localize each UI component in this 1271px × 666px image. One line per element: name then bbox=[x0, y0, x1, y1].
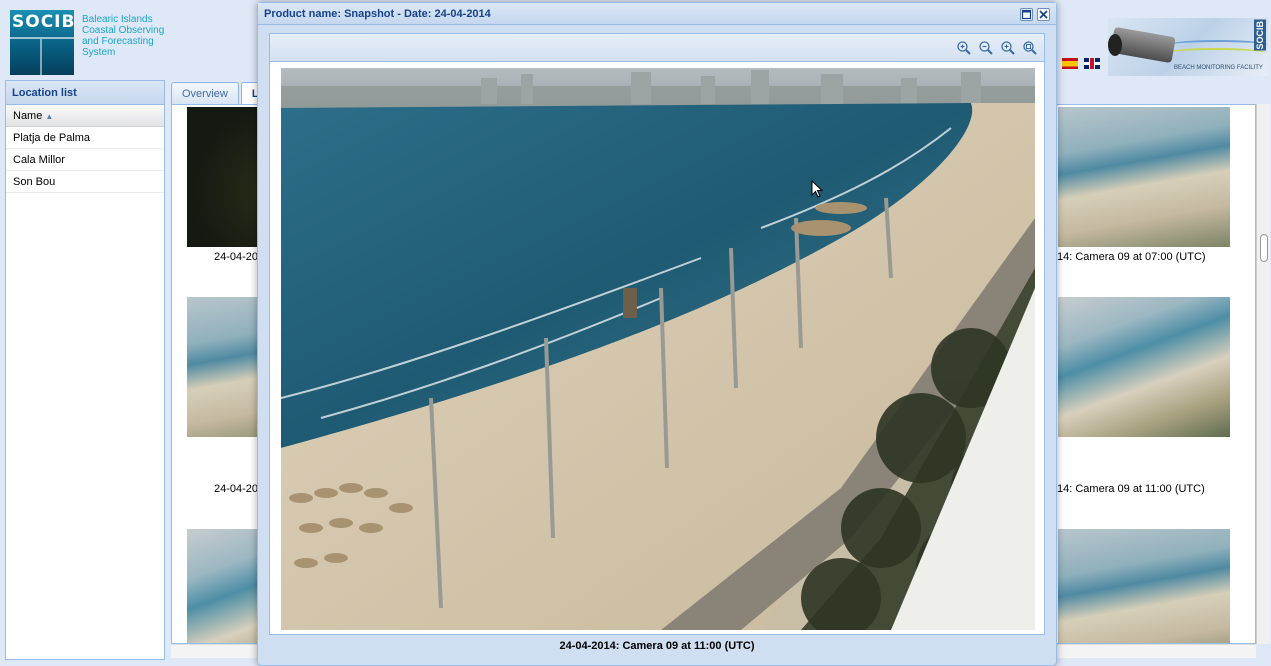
thumbnail-caption: 14: Camera 09 at 07:00 (UTC) bbox=[1057, 251, 1206, 263]
name-column-header[interactable]: Name ▲ bbox=[6, 105, 164, 127]
zoom-reset-icon bbox=[1001, 41, 1015, 55]
vertical-scrollbar[interactable] bbox=[1256, 104, 1270, 644]
tab-overview[interactable]: Overview bbox=[171, 82, 239, 105]
location-item[interactable]: Son Bou bbox=[6, 171, 164, 193]
snapshot-viewer bbox=[269, 33, 1045, 635]
snapshot-thumbnail[interactable] bbox=[1058, 107, 1230, 247]
beach-photo bbox=[281, 68, 1035, 630]
logo-brand-text: SOCIB bbox=[12, 12, 74, 32]
zoom-in-icon bbox=[957, 41, 971, 55]
maximize-icon bbox=[1021, 9, 1032, 20]
zoom-reset-button[interactable] bbox=[1000, 40, 1016, 56]
english-flag-icon[interactable] bbox=[1084, 58, 1100, 69]
zoom-fit-button[interactable] bbox=[1022, 40, 1038, 56]
thumbnail-caption: 24-04-20 bbox=[214, 483, 259, 495]
snapshot-thumbnail[interactable] bbox=[1058, 297, 1230, 437]
tab-bar: Overview L bbox=[171, 80, 270, 105]
zoom-in-button[interactable] bbox=[956, 40, 972, 56]
location-list-panel: Location list Name ▲ Platja de Palma Cala… bbox=[5, 80, 165, 660]
close-button[interactable] bbox=[1037, 8, 1050, 21]
zoom-out-button[interactable] bbox=[978, 40, 994, 56]
camera-lens-icon bbox=[1108, 34, 1122, 56]
column-header-label: Name bbox=[13, 110, 43, 122]
scrollbar-thumb[interactable] bbox=[1260, 234, 1268, 262]
org-line: Coastal Observing bbox=[82, 25, 165, 36]
socib-logo[interactable]: SOCIB bbox=[10, 10, 74, 75]
maximize-button[interactable] bbox=[1020, 8, 1033, 21]
logo-line-vertical bbox=[40, 39, 42, 75]
zoom-fit-icon bbox=[1023, 41, 1037, 55]
wave-decoration bbox=[1166, 48, 1266, 58]
org-line: System bbox=[82, 47, 116, 58]
beach-snapshot-image[interactable] bbox=[281, 68, 1035, 630]
facility-badge: SOCIB bbox=[1254, 20, 1266, 51]
location-list-title: Location list bbox=[6, 81, 164, 105]
snapshot-window: Product name: Snapshot - Date: 24-04-201… bbox=[257, 2, 1057, 666]
location-item[interactable]: Platja de Palma bbox=[6, 127, 164, 149]
location-item[interactable]: Cala Millor bbox=[6, 149, 164, 171]
sort-ascending-icon: ▲ bbox=[45, 112, 54, 121]
thumbnail-caption: 14: Camera 09 at 11:00 (UTC) bbox=[1057, 483, 1205, 495]
beach-monitoring-facility-logo: SOCIB BEACH MONITORING FACILITY bbox=[1108, 18, 1268, 76]
language-selector bbox=[1062, 58, 1100, 69]
mouse-cursor-icon bbox=[811, 180, 823, 198]
facility-caption: BEACH MONITORING FACILITY bbox=[1174, 65, 1263, 71]
logo-line bbox=[10, 37, 74, 39]
close-icon bbox=[1039, 10, 1048, 19]
zoom-out-icon bbox=[979, 41, 993, 55]
snapshot-thumbnail[interactable] bbox=[1058, 529, 1230, 643]
window-title[interactable]: Product name: Snapshot - Date: 24-04-201… bbox=[258, 3, 1056, 25]
spanish-flag-icon[interactable] bbox=[1062, 58, 1078, 69]
org-line: and Forecasting bbox=[82, 36, 154, 47]
org-line: Balearic Islands bbox=[82, 14, 153, 25]
organization-name: Balearic Islands Coastal Observing and F… bbox=[82, 14, 172, 58]
snapshot-caption: 24-04-2014: Camera 09 at 11:00 (UTC) bbox=[559, 640, 755, 652]
thumbnail-caption: 24-04-20 bbox=[214, 251, 259, 263]
zoom-toolbar bbox=[270, 34, 1044, 62]
